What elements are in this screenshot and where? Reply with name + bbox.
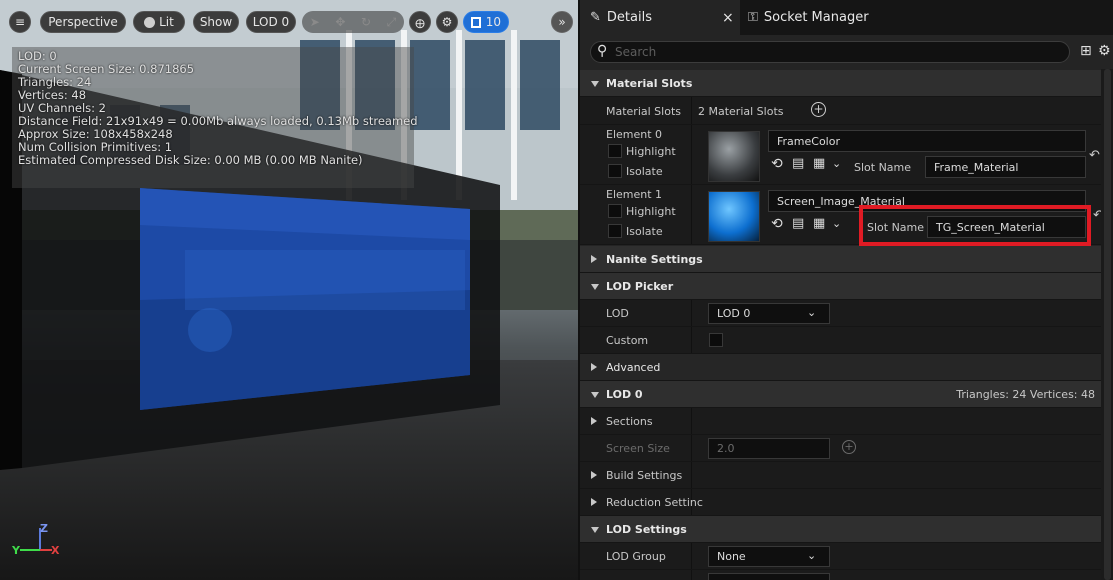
collapse-arrow-icon [591, 284, 599, 290]
property-material-slots: Material Slots 2 Material Slots + [580, 97, 1101, 125]
search-row: ⚲ Search ⊞ ⚙ [580, 35, 1113, 69]
checker-icon[interactable]: ▦ [813, 156, 825, 171]
category-advanced[interactable]: Advanced [580, 354, 1101, 381]
expand-arrow-icon [591, 417, 597, 425]
lod-group-dropdown[interactable]: None ⌄ [708, 546, 830, 567]
collapse-arrow-icon [591, 81, 599, 87]
perspective-button[interactable]: Perspective [40, 11, 126, 33]
material-thumbnail-1[interactable] [708, 191, 760, 242]
show-button[interactable]: Show [193, 11, 239, 33]
category-lod0[interactable]: LOD 0 Triangles: 24 Vertices: 48 [580, 381, 1101, 408]
socket-icon: ⚿ [748, 10, 758, 25]
category-nanite-settings[interactable]: Nanite Settings [580, 246, 1101, 273]
rotate-icon[interactable]: ↻ [361, 15, 371, 29]
collapse-arrow-icon [591, 392, 599, 398]
isolate-checkbox-0[interactable] [608, 164, 622, 178]
material-element-0: Element 0 Highlight Isolate FrameColor ⟲… [580, 125, 1101, 185]
partial-field [708, 573, 830, 580]
custom-checkbox[interactable] [709, 333, 723, 347]
browse-back-icon[interactable]: ⟲ [771, 216, 783, 232]
settings-icon[interactable]: ⚙ [1098, 43, 1111, 59]
pencil-icon: ✎ [590, 10, 601, 25]
highlight-checkbox-0[interactable] [608, 144, 622, 158]
isolate-checkbox-1[interactable] [608, 224, 622, 238]
axis-z-label: Z [40, 522, 48, 535]
expand-arrow-icon [591, 498, 597, 506]
lit-icon [144, 16, 156, 28]
highlight-checkbox-1[interactable] [608, 204, 622, 218]
select-icon[interactable]: ➤ [310, 15, 320, 29]
viewport-options-button[interactable]: » [551, 11, 573, 33]
collapse-arrow-icon [591, 527, 599, 533]
lit-button[interactable]: Lit [133, 11, 185, 33]
browse-folder-icon[interactable]: ▤ [792, 216, 804, 231]
tab-close-button[interactable]: × [722, 0, 736, 35]
reset-arrow-icon[interactable]: ↶ [1089, 148, 1100, 163]
surface-snap-button[interactable]: ⚙ [436, 11, 458, 33]
stat-disk-size: Estimated Compressed Disk Size: 0.00 MB … [18, 153, 363, 167]
slot-name-input-0[interactable]: Frame_Material [925, 156, 1086, 178]
property-screen-size: Screen Size 2.0 + [580, 435, 1101, 462]
property-partial-row [580, 570, 1101, 580]
details-panel: ✎ Details × ⚿ Socket Manager ⚲ Search ⊞ … [578, 0, 1113, 580]
scrollbar-thumb[interactable] [1104, 69, 1111, 580]
grid-snap-button[interactable]: 10 [463, 11, 509, 33]
scale-icon[interactable]: ⤢ [387, 15, 397, 30]
expand-arrow-icon [591, 471, 597, 479]
dropdown-chevron-icon[interactable]: ⌄ [832, 217, 841, 230]
close-icon: × [722, 9, 734, 26]
tab-details[interactable]: ✎ Details [580, 0, 740, 35]
browse-folder-icon[interactable]: ▤ [792, 156, 804, 171]
axis-y-label: Y [12, 544, 20, 557]
translate-icon[interactable]: ✥ [335, 15, 345, 29]
search-icon: ⚲ [597, 43, 608, 59]
grid-icon [471, 16, 481, 28]
lod0-stats: Triangles: 24 Vertices: 48 [956, 388, 1095, 401]
material-element-1: Element 1 Highlight Isolate Screen_Image… [580, 185, 1104, 246]
browse-back-icon[interactable]: ⟲ [771, 156, 783, 172]
property-reduction-settings[interactable]: Reduction Settinc [580, 489, 1101, 516]
screen-size-input[interactable]: 2.0 [708, 438, 830, 459]
property-sections[interactable]: Sections [580, 408, 1101, 435]
snap-icon: ⚙ [441, 15, 453, 29]
material-picker-0[interactable]: FrameColor [768, 130, 1086, 152]
expand-arrow-icon [591, 255, 597, 263]
material-thumbnail-0[interactable] [708, 131, 760, 182]
transform-tools[interactable]: ➤ ✥ ↻ ⤢ [302, 11, 404, 33]
chevron-down-icon: ⌄ [807, 306, 817, 319]
checker-icon[interactable]: ▦ [813, 216, 825, 231]
highlight-annotation-box [859, 205, 1091, 246]
globe-icon: 🜨 [414, 16, 426, 31]
add-slot-icon[interactable]: + [811, 102, 826, 117]
category-lod-settings[interactable]: LOD Settings [580, 516, 1101, 543]
viewport[interactable]: ≡ Perspective Lit Show LOD 0 ➤ ✥ ↻ ⤢ 🜨 ⚙ [0, 0, 578, 580]
chevron-down-icon: ⌄ [807, 549, 817, 562]
table-view-icon[interactable]: ⊞ [1080, 43, 1092, 59]
tab-bar: ✎ Details × ⚿ Socket Manager [580, 0, 1113, 35]
lod-button[interactable]: LOD 0 [246, 11, 296, 33]
category-lod-picker[interactable]: LOD Picker [580, 273, 1101, 300]
property-lod: LOD LOD 0 ⌄ [580, 300, 1101, 327]
tab-socket-manager[interactable]: ⚿ Socket Manager [748, 0, 898, 35]
viewport-menu-button[interactable]: ≡ [9, 11, 31, 33]
static-mesh-editor: ≡ Perspective Lit Show LOD 0 ➤ ✥ ↻ ⤢ 🜨 ⚙ [0, 0, 1113, 580]
double-chevron-right-icon: » [558, 15, 566, 29]
search-input[interactable]: ⚲ Search [590, 41, 1070, 63]
property-build-settings[interactable]: Build Settings [580, 462, 1101, 489]
world-space-button[interactable]: 🜨 [409, 11, 431, 33]
lod-dropdown[interactable]: LOD 0 ⌄ [708, 303, 830, 324]
dropdown-chevron-icon[interactable]: ⌄ [832, 157, 841, 170]
property-custom: Custom [580, 327, 1101, 354]
add-icon[interactable]: + [842, 440, 856, 454]
category-material-slots[interactable]: Material Slots [580, 70, 1101, 97]
property-lod-group: LOD Group None ⌄ [580, 543, 1101, 570]
axis-x-label: X [51, 544, 60, 557]
expand-arrow-icon [591, 363, 597, 371]
hamburger-icon: ≡ [14, 15, 26, 29]
